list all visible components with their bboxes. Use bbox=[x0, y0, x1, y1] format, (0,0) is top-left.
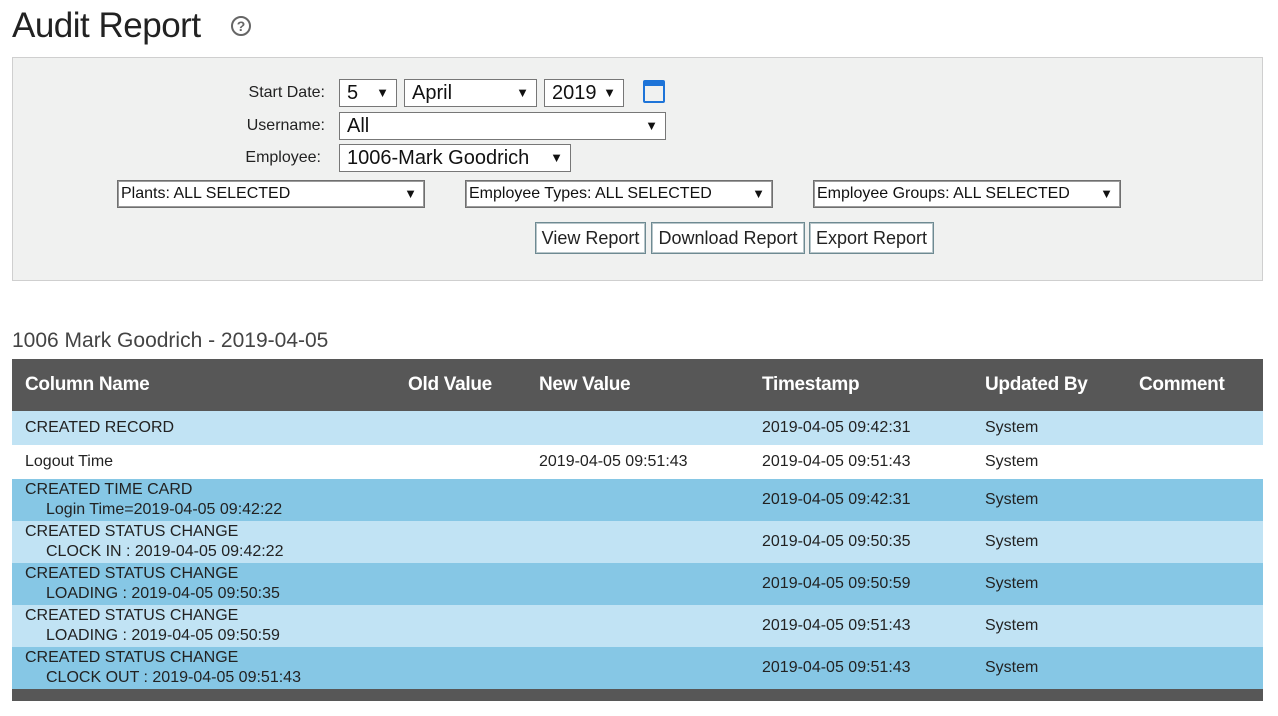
page-title: Audit Report bbox=[12, 6, 201, 45]
chevron-down-icon: ▼ bbox=[603, 85, 616, 100]
cell-updated-by: System bbox=[985, 617, 1039, 634]
cell-column-detail: LOADING : 2019-04-05 09:50:35 bbox=[46, 585, 280, 602]
chevron-down-icon: ▼ bbox=[1100, 186, 1113, 201]
cell-column-name: CREATED STATUS CHANGE bbox=[25, 607, 239, 624]
username-select-value: All bbox=[347, 115, 370, 137]
cell-updated-by: System bbox=[985, 659, 1039, 676]
cell-updated-by: System bbox=[985, 453, 1039, 470]
chevron-down-icon: ▼ bbox=[752, 186, 765, 201]
chevron-down-icon: ▼ bbox=[516, 85, 529, 100]
column-header-old-value[interactable]: Old Value bbox=[408, 374, 492, 396]
table-header: Column Name Old Value New Value Timestam… bbox=[12, 359, 1263, 411]
month-select-value: April bbox=[412, 82, 453, 104]
chevron-down-icon: ▼ bbox=[550, 150, 563, 165]
employee-types-select[interactable]: Employee Types: ALL SELECTED ▼ bbox=[465, 180, 773, 208]
month-select[interactable]: April ▼ bbox=[404, 79, 537, 107]
table-row: CREATED TIME CARD 2019-04-05 09:42:31 Syst… bbox=[12, 479, 1263, 521]
year-select-value: 2019 bbox=[552, 82, 597, 104]
cell-column-detail: CLOCK IN : 2019-04-05 09:42:22 bbox=[46, 543, 284, 560]
cell-column-detail: Login Time=2019-04-05 09:42:22 bbox=[46, 501, 283, 518]
employee-select-value: 1006-Mark Goodrich bbox=[347, 147, 530, 169]
cell-updated-by: System bbox=[985, 575, 1039, 592]
column-header-timestamp[interactable]: Timestamp bbox=[762, 374, 860, 396]
start-date-label: Start Date: bbox=[248, 84, 325, 101]
day-select[interactable]: 5 ▼ bbox=[339, 79, 397, 107]
cell-updated-by: System bbox=[985, 419, 1039, 436]
table-row: CREATED STATUS CHANGE 2019-04-05 09:50:59… bbox=[12, 563, 1263, 605]
column-header-updated-by[interactable]: Updated By bbox=[985, 374, 1088, 396]
table-row: CREATED STATUS CHANGE 2019-04-05 09:51:43… bbox=[12, 647, 1263, 689]
cell-timestamp: 2019-04-05 09:51:43 bbox=[762, 453, 911, 470]
cell-column-detail: CLOCK OUT : 2019-04-05 09:51:43 bbox=[46, 669, 301, 686]
cell-column-name: CREATED TIME CARD bbox=[25, 481, 193, 498]
filter-panel: Start Date: 5 ▼ April ▼ 2019 ▼ Username:… bbox=[12, 57, 1263, 281]
cell-column-detail: LOADING : 2019-04-05 09:50:59 bbox=[46, 627, 280, 644]
table-body: CREATED RECORD 2019-04-05 09:42:31 System L… bbox=[12, 411, 1263, 689]
help-icon[interactable]: ? bbox=[231, 16, 251, 36]
employee-label: Employee: bbox=[245, 149, 321, 166]
cell-timestamp: 2019-04-05 09:50:35 bbox=[762, 533, 911, 550]
cell-column-name: CREATED STATUS CHANGE bbox=[25, 523, 239, 540]
username-select[interactable]: All ▼ bbox=[339, 112, 666, 140]
view-report-button[interactable]: View Report bbox=[535, 222, 646, 254]
cell-timestamp: 2019-04-05 09:50:59 bbox=[762, 575, 911, 592]
chevron-down-icon: ▼ bbox=[376, 85, 389, 100]
audit-table: Column Name Old Value New Value Timestam… bbox=[12, 359, 1263, 701]
cell-timestamp: 2019-04-05 09:51:43 bbox=[762, 659, 911, 676]
export-report-button[interactable]: Export Report bbox=[809, 222, 934, 254]
employee-select[interactable]: 1006-Mark Goodrich ▼ bbox=[339, 144, 571, 172]
cell-column-name: CREATED STATUS CHANGE bbox=[25, 565, 239, 582]
table-row: CREATED RECORD 2019-04-05 09:42:31 System bbox=[12, 411, 1263, 445]
chevron-down-icon: ▼ bbox=[645, 118, 658, 133]
plants-select-value: Plants: ALL SELECTED bbox=[121, 185, 291, 202]
column-header-column-name[interactable]: Column Name bbox=[25, 374, 150, 396]
table-row: CREATED STATUS CHANGE 2019-04-05 09:50:35… bbox=[12, 521, 1263, 563]
day-select-value: 5 bbox=[347, 82, 359, 104]
cell-updated-by: System bbox=[985, 491, 1039, 508]
employee-groups-select[interactable]: Employee Groups: ALL SELECTED ▼ bbox=[813, 180, 1121, 208]
employee-groups-select-value: Employee Groups: ALL SELECTED bbox=[817, 185, 1070, 202]
cell-column-name: CREATED STATUS CHANGE bbox=[25, 649, 239, 666]
table-row: CREATED STATUS CHANGE 2019-04-05 09:51:43… bbox=[12, 605, 1263, 647]
cell-column-name: Logout Time bbox=[25, 453, 114, 470]
year-select[interactable]: 2019 ▼ bbox=[544, 79, 624, 107]
cell-timestamp: 2019-04-05 09:42:31 bbox=[762, 491, 911, 508]
chevron-down-icon: ▼ bbox=[404, 186, 417, 201]
calendar-icon[interactable] bbox=[643, 80, 665, 103]
username-label: Username: bbox=[246, 117, 325, 134]
cell-new-value: 2019-04-05 09:51:43 bbox=[539, 453, 688, 470]
table-footer bbox=[12, 689, 1263, 701]
cell-updated-by: System bbox=[985, 533, 1039, 550]
employee-types-select-value: Employee Types: ALL SELECTED bbox=[469, 185, 712, 202]
plants-select[interactable]: Plants: ALL SELECTED ▼ bbox=[117, 180, 425, 208]
column-header-new-value[interactable]: New Value bbox=[539, 374, 631, 396]
report-title: 1006 Mark Goodrich - 2019-04-05 bbox=[12, 329, 329, 352]
download-report-button[interactable]: Download Report bbox=[651, 222, 805, 254]
cell-column-name: CREATED RECORD bbox=[25, 419, 175, 436]
cell-timestamp: 2019-04-05 09:42:31 bbox=[762, 419, 911, 436]
table-row: Logout Time 2019-04-05 09:51:43 2019-04-05… bbox=[12, 445, 1263, 479]
cell-timestamp: 2019-04-05 09:51:43 bbox=[762, 617, 911, 634]
column-header-comment[interactable]: Comment bbox=[1139, 374, 1225, 396]
